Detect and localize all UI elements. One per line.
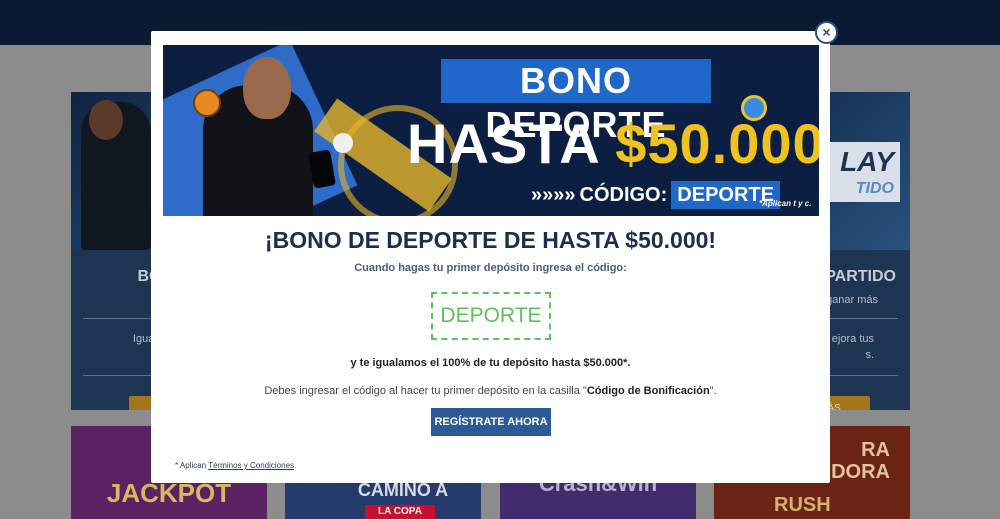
terms-prefix: * Aplican <box>175 461 209 470</box>
note-text: ". <box>709 385 717 397</box>
note-bold: Código de Bonificación <box>586 385 710 397</box>
banner-amount: HASTA $50.000 <box>407 109 819 179</box>
promo-logo: LAY TIDO <box>820 142 900 202</box>
match-text: y te igualamos el 100% de tu depósito ha… <box>350 357 631 369</box>
promo-banner: BONO DEPORTE HASTA $50.000 »»»» CÓDIGO: DE… <box>163 45 819 216</box>
banner-code-label: CÓDIGO: <box>579 184 668 206</box>
logo-subtext: TIDO <box>855 180 894 197</box>
game-title: CAMINO A <box>357 480 449 500</box>
promo-modal: BONO DEPORTE HASTA $50.000 »»»» CÓDIGO: DE… <box>151 31 830 483</box>
modal-heading: ¡BONO DE DEPORTE DE HASTA $50.000! <box>264 227 717 253</box>
terms-link[interactable]: Términos y Condiciones <box>208 461 294 470</box>
code-note: Debes ingresar el código al hacer tu pri… <box>151 385 830 397</box>
athlete-face <box>243 57 291 119</box>
banner-code: »»»» CÓDIGO: DEPORTE <box>531 181 780 209</box>
banner-title: BONO DEPORTE <box>441 59 711 145</box>
banner-money: $50.000 <box>615 112 819 175</box>
athlete-head <box>89 100 123 140</box>
close-icon[interactable]: × <box>815 21 838 44</box>
note-text: Debes ingresar el código al hacer tu pri… <box>264 385 587 397</box>
game-subtitle: LA COPA <box>365 505 435 519</box>
basketball-icon <box>193 89 221 117</box>
banner-hasta: HASTA <box>407 112 616 175</box>
game-subtitle: RUSH <box>774 494 831 516</box>
banner-tyc: *Aplican t y c. <box>759 199 812 208</box>
register-button[interactable]: REGÍSTRATE AHORA <box>431 408 551 436</box>
logo-text: LAY <box>840 146 894 177</box>
promo-code-box[interactable]: DEPORTE <box>431 292 551 340</box>
modal-instruction: Cuando hagas tu primer depósito ingresa … <box>354 262 627 274</box>
baseball-icon <box>333 133 353 153</box>
arrows-icon: »»»» <box>531 184 576 206</box>
terms-note: * Aplican Términos y Condiciones <box>175 461 294 470</box>
